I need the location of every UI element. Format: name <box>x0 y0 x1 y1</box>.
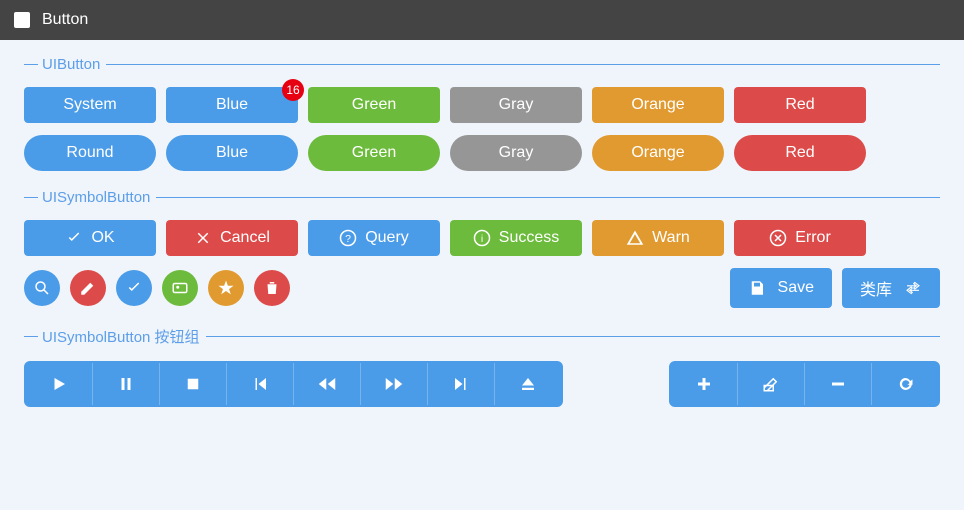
button-round-red[interactable]: Red <box>734 135 866 171</box>
section-button-group: UISymbolButton 按钮组 <box>24 326 940 347</box>
swap-icon <box>904 279 922 297</box>
rewind-button[interactable] <box>294 363 361 405</box>
button-round-green[interactable]: Green <box>308 135 440 171</box>
edit-circle[interactable] <box>70 270 106 306</box>
pause-button[interactable] <box>93 363 160 405</box>
warn-button[interactable]: Warn <box>592 220 724 256</box>
stop-icon <box>184 375 202 393</box>
play-icon <box>50 375 68 393</box>
refresh-icon <box>896 375 914 393</box>
app-icon <box>14 12 30 28</box>
button-orange[interactable]: Orange <box>592 87 724 123</box>
button-round-gray[interactable]: Gray <box>450 135 582 171</box>
pause-icon <box>117 375 135 393</box>
remove-button[interactable] <box>805 363 872 405</box>
forward-icon <box>385 375 403 393</box>
edit-icon <box>762 375 780 393</box>
button-green[interactable]: Green <box>308 87 440 123</box>
section-uisymbolbutton: UISymbolButton <box>24 189 940 206</box>
error-button[interactable]: Error <box>734 220 866 256</box>
error-icon <box>769 229 787 247</box>
success-button[interactable]: iSuccess <box>450 220 582 256</box>
badge: 16 <box>282 79 304 101</box>
check-icon <box>125 279 143 297</box>
query-button[interactable]: ?Query <box>308 220 440 256</box>
button-red[interactable]: Red <box>734 87 866 123</box>
save-icon <box>748 279 766 297</box>
close-icon <box>194 229 212 247</box>
check-circle[interactable] <box>116 270 152 306</box>
skip-back-icon <box>251 375 269 393</box>
media-button-group <box>24 361 563 407</box>
add-button[interactable] <box>671 363 738 405</box>
trash-circle[interactable] <box>254 270 290 306</box>
skip-forward-icon <box>452 375 470 393</box>
button-system[interactable]: System <box>24 87 156 123</box>
play-button[interactable] <box>26 363 93 405</box>
card-circle[interactable] <box>162 270 198 306</box>
info-icon: i <box>473 229 491 247</box>
question-icon: ? <box>339 229 357 247</box>
trash-icon <box>263 279 281 297</box>
eject-icon <box>519 375 537 393</box>
section-uibutton: UIButton <box>24 56 940 73</box>
svg-text:i: i <box>481 233 483 245</box>
title-bar: Button <box>0 0 964 40</box>
cancel-button[interactable]: Cancel <box>166 220 298 256</box>
save-button[interactable]: Save <box>730 268 832 308</box>
svg-text:?: ? <box>345 233 351 245</box>
pencil-icon <box>79 279 97 297</box>
edit-button[interactable] <box>738 363 805 405</box>
search-icon <box>33 279 51 297</box>
check-icon <box>65 229 83 247</box>
action-button-group <box>669 361 940 407</box>
star-circle[interactable] <box>208 270 244 306</box>
window-title: Button <box>42 11 88 29</box>
button-round-blue[interactable]: Blue <box>166 135 298 171</box>
stop-button[interactable] <box>160 363 227 405</box>
button-round-orange[interactable]: Orange <box>592 135 724 171</box>
star-icon <box>217 279 235 297</box>
eject-button[interactable] <box>495 363 561 405</box>
next-button[interactable] <box>428 363 495 405</box>
refresh-button[interactable] <box>872 363 938 405</box>
rewind-icon <box>318 375 336 393</box>
minus-icon <box>829 375 847 393</box>
forward-button[interactable] <box>361 363 428 405</box>
button-gray[interactable]: Gray <box>450 87 582 123</box>
button-round[interactable]: Round <box>24 135 156 171</box>
id-card-icon <box>171 279 189 297</box>
library-button[interactable]: 类库 <box>842 268 940 308</box>
search-circle[interactable] <box>24 270 60 306</box>
button-blue[interactable]: Blue16 <box>166 87 298 123</box>
warning-icon <box>626 229 644 247</box>
prev-button[interactable] <box>227 363 294 405</box>
ok-button[interactable]: OK <box>24 220 156 256</box>
plus-icon <box>695 375 713 393</box>
